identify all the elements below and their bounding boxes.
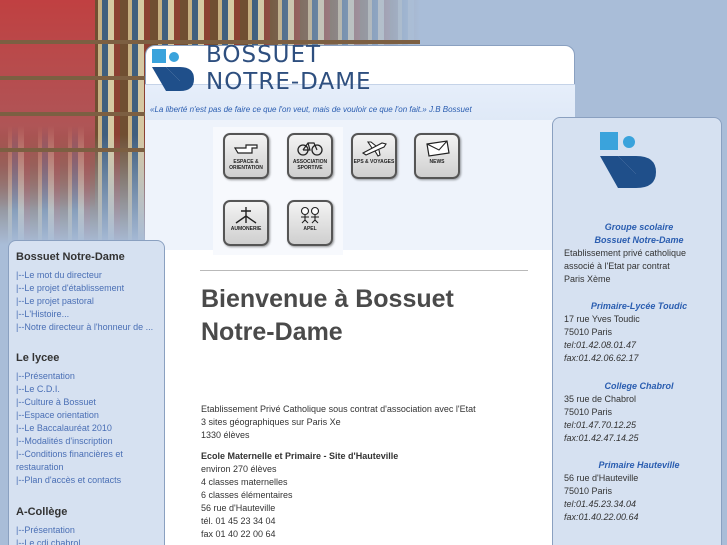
groupe-line: Etablissement privé catholique bbox=[564, 248, 687, 258]
sidebar-link[interactable]: |--Plan d'accès et contacts bbox=[16, 474, 123, 487]
intro-line: 1330 élèves bbox=[201, 430, 250, 440]
tile-label: NEWS bbox=[429, 159, 445, 165]
site-title[interactable]: College Chabrol bbox=[564, 380, 714, 393]
tile-label: ASSOCIATION SPORTIVE bbox=[292, 159, 328, 171]
sidebar-link[interactable]: restauration bbox=[16, 461, 123, 474]
site-title[interactable]: Primaire Hauteville bbox=[564, 459, 714, 472]
site-line: 17 rue Yves Toudic bbox=[564, 314, 640, 324]
eps-voyages-button[interactable]: EPS & VOYAGES bbox=[351, 133, 397, 179]
children-icon bbox=[300, 206, 320, 224]
sidebar-section-bossuet: Bossuet Notre-Dame |--Le mot du directeu… bbox=[16, 251, 153, 334]
sidebar-link[interactable]: |--Conditions financières et bbox=[16, 448, 123, 461]
sidebar-section-title: Bossuet Notre-Dame bbox=[16, 251, 125, 263]
espace-orientation-button[interactable]: ESPACE & ORIENTATION bbox=[223, 133, 269, 179]
intro-line: Etablissement Privé Catholique sous cont… bbox=[201, 404, 476, 414]
cross-icon bbox=[235, 207, 257, 224]
section-line: fax 01 40 22 00 64 bbox=[201, 529, 276, 539]
site-line: fax:01.42.47.14.25 bbox=[564, 433, 639, 443]
tile-label: AUMONERIE bbox=[230, 226, 262, 232]
site-title-line1: BOSSUET bbox=[206, 42, 322, 68]
tile-label: ESPACE & ORIENTATION bbox=[229, 159, 263, 171]
sidebar-section-college: A-Collège |--Présentation |--Le cdi chab… bbox=[16, 506, 80, 545]
sidebar-link[interactable]: |--Espace orientation bbox=[16, 409, 123, 422]
section-line: 56 rue d'Hauteville bbox=[201, 503, 276, 513]
sidebar-link[interactable]: |--Le projet pastoral bbox=[16, 295, 153, 308]
sidebar-section-title: Le lycee bbox=[16, 352, 60, 364]
site-title[interactable]: BOSSUET NOTRE-DAME bbox=[206, 42, 372, 96]
sidebar-link[interactable]: |--Notre directeur à l'honneur de ... bbox=[16, 321, 153, 334]
site-title[interactable]: Primaire-Lycée Toudic bbox=[564, 300, 714, 313]
site-line: fax:01.42.06.62.17 bbox=[564, 353, 639, 363]
sidebar-link[interactable]: |--Le projet d'établissement bbox=[16, 282, 153, 295]
section-line: 4 classes maternelles bbox=[201, 477, 288, 487]
sidebar-link[interactable]: |--Le mot du directeur bbox=[16, 269, 153, 282]
section-line: 6 classes élémentaires bbox=[201, 490, 293, 500]
sidebar-link[interactable]: |--L'Histoire... bbox=[16, 308, 153, 321]
intro-text: Etablissement Privé Catholique sous cont… bbox=[201, 403, 521, 541]
site-line: tel:01.42.08.01.47 bbox=[564, 340, 637, 350]
content-divider bbox=[200, 270, 528, 271]
sidebar-link[interactable]: |--Le Baccalauréat 2010 bbox=[16, 422, 123, 435]
bossuet-bd-logo-icon[interactable] bbox=[150, 47, 196, 93]
airplane-icon bbox=[361, 141, 387, 157]
site-line: tel:01.45.23.34.04 bbox=[564, 499, 637, 509]
pointing-hand-icon bbox=[233, 144, 258, 154]
site-line: 35 rue de Chabrol bbox=[564, 394, 637, 404]
site-line: tel:01.47.70.12.25 bbox=[564, 420, 637, 430]
site-title-line2: NOTRE-DAME bbox=[206, 69, 372, 95]
sidebar-section-lycee: Le lycee |--Présentation |--Le C.D.I. |-… bbox=[16, 352, 123, 487]
apel-button[interactable]: APEL bbox=[287, 200, 333, 246]
aumonerie-button[interactable]: AUMONERIE bbox=[223, 200, 269, 246]
site-hauteville-block: Primaire Hauteville 56 rue d'Hauteville … bbox=[564, 459, 714, 524]
site-line: 56 rue d'Hauteville bbox=[564, 473, 639, 483]
bossuet-quote: «La liberté n'est pas de faire ce que l'… bbox=[150, 105, 472, 114]
sidebar-link[interactable]: |--Modalités d'inscription bbox=[16, 435, 123, 448]
site-line: fax:01.40.22.00.64 bbox=[564, 512, 639, 522]
sidebar-link[interactable]: |--Le C.D.I. bbox=[16, 383, 123, 396]
envelope-icon bbox=[426, 140, 450, 157]
association-sportive-button[interactable]: ASSOCIATION SPORTIVE bbox=[287, 133, 333, 179]
left-sidebar: Bossuet Notre-Dame |--Le mot du directeu… bbox=[8, 240, 165, 545]
groupe-title: Groupe scolaire bbox=[604, 222, 674, 232]
site-line: 75010 Paris bbox=[564, 327, 613, 337]
bossuet-bd-logo-icon bbox=[600, 132, 656, 188]
tile-label: APEL bbox=[303, 226, 317, 232]
sidebar-link[interactable]: |--Le cdi chabrol bbox=[16, 537, 80, 545]
section-line: environ 270 élèves bbox=[201, 464, 277, 474]
groupe-scolaire-block: Groupe scolaire Bossuet Notre-Dame Etabl… bbox=[564, 221, 714, 286]
welcome-title: Bienvenue à Bossuet Notre-Dame bbox=[201, 285, 454, 346]
news-button[interactable]: NEWS bbox=[414, 133, 460, 179]
sidebar-section-title: A-Collège bbox=[16, 506, 68, 518]
site-chabrol-block: College Chabrol 35 rue de Chabrol 75010 … bbox=[564, 380, 714, 445]
bicycle-icon bbox=[297, 142, 323, 156]
sidebar-link[interactable]: |--Présentation bbox=[16, 524, 80, 537]
groupe-title: Bossuet Notre-Dame bbox=[594, 235, 684, 245]
tile-label: EPS & VOYAGES bbox=[353, 159, 395, 165]
sidebar-link[interactable]: |--Culture à Bossuet bbox=[16, 396, 123, 409]
sidebar-link[interactable]: |--Présentation bbox=[16, 370, 123, 383]
section-title: Ecole Maternelle et Primaire - Site d'Ha… bbox=[201, 451, 399, 461]
site-line: 75010 Paris bbox=[564, 486, 613, 496]
groupe-line: Paris Xème bbox=[564, 274, 611, 284]
intro-line: 3 sites géographiques sur Paris Xe bbox=[201, 417, 341, 427]
site-toudic-block: Primaire-Lycée Toudic 17 rue Yves Toudic… bbox=[564, 300, 714, 365]
site-line: 75010 Paris bbox=[564, 407, 613, 417]
section-line: tél. 01 45 23 34 04 bbox=[201, 516, 276, 526]
groupe-line: associé à l'Etat par contrat bbox=[564, 261, 670, 271]
